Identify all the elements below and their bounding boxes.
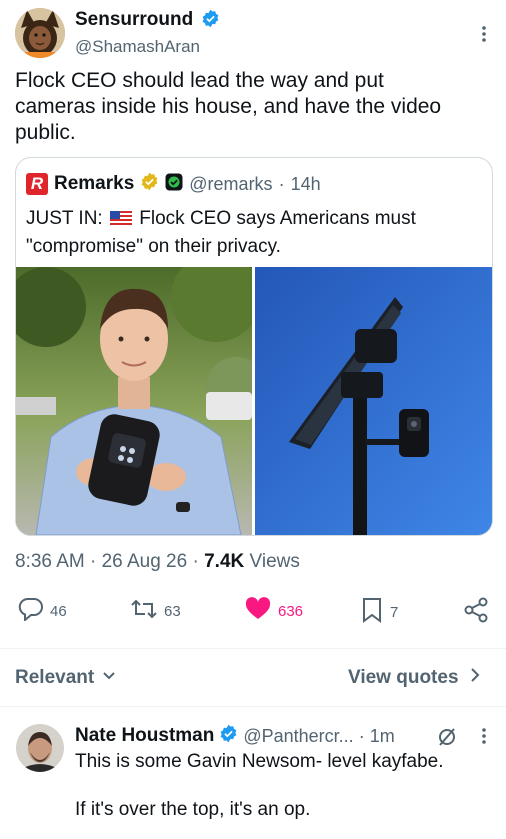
like-button[interactable]: 636 xyxy=(244,597,303,625)
author-name[interactable]: Sensurround xyxy=(75,9,193,30)
author-avatar[interactable] xyxy=(15,8,65,58)
chevron-down-icon xyxy=(102,667,116,689)
sort-dropdown[interactable]: Relevant xyxy=(15,667,116,689)
quoted-author-handle[interactable]: @remarks xyxy=(189,174,272,195)
view-quotes-label: View quotes xyxy=(348,667,459,688)
view-quotes-link[interactable]: View quotes xyxy=(348,667,481,689)
tweet-text-line: Flock CEO should lead the way and put xyxy=(15,69,384,92)
bookmark-count: 7 xyxy=(390,603,399,621)
divider xyxy=(0,706,506,707)
sort-label: Relevant xyxy=(15,667,95,688)
bookmark-icon xyxy=(360,597,384,627)
like-count: 636 xyxy=(278,602,304,620)
quoted-tweet-card[interactable]: R Remarks @remarks · 14h JUST IN: Flock … xyxy=(15,157,493,536)
reply-button[interactable]: 46 xyxy=(18,597,67,625)
reply-count: 46 xyxy=(50,602,67,620)
reply-text-line1: This is some Gavin Newsom- level kayfabe… xyxy=(75,751,444,772)
dot-separator: · xyxy=(358,725,365,746)
reply-more-options-icon[interactable] xyxy=(476,724,492,748)
quoted-text-prefix: JUST IN: xyxy=(26,208,103,229)
retweet-count: 63 xyxy=(164,602,181,620)
dot-separator: · xyxy=(278,173,285,194)
affiliate-badge-icon xyxy=(165,173,183,196)
tweet-text-line: cameras inside his house, and have the v… xyxy=(15,95,442,118)
bookmark-button[interactable]: 7 xyxy=(360,597,398,627)
quoted-text-line1: Flock CEO says Americans must xyxy=(139,208,416,229)
reply-author-handle[interactable]: @Panthercr... xyxy=(243,726,353,747)
reply-author-name[interactable]: Nate Houstman xyxy=(75,725,214,747)
verified-badge-icon xyxy=(201,9,220,33)
chevron-right-icon xyxy=(469,667,481,689)
reply-text-line2: If it's over the top, it's an op. xyxy=(75,799,311,820)
retweet-button[interactable]: 63 xyxy=(130,597,181,625)
tweet-meta: 8:36 AM · 26 Aug 26 · 7.4K Views xyxy=(15,551,300,572)
tweet-text-line: public. xyxy=(15,121,76,144)
grok-icon[interactable] xyxy=(437,727,457,752)
divider xyxy=(0,648,506,649)
quoted-author-name[interactable]: Remarks xyxy=(54,173,134,195)
views-label: Views xyxy=(249,551,300,572)
tweet-date[interactable]: 26 Aug 26 xyxy=(102,551,188,572)
author-handle[interactable]: @ShamashAran xyxy=(75,37,200,57)
tweet-text: Flock CEO should lead the way and put ca… xyxy=(15,68,495,146)
reply-age: 1m xyxy=(369,725,395,746)
retweet-icon xyxy=(130,597,158,625)
remarks-logo-icon: R xyxy=(26,173,48,195)
quoted-tweet-age: 14h xyxy=(290,173,321,194)
verified-badge-icon xyxy=(219,724,238,748)
reply-icon xyxy=(18,597,44,625)
heart-icon xyxy=(244,597,272,625)
quoted-text-line2: "compromise" on their privacy. xyxy=(26,236,281,257)
gold-verified-icon xyxy=(140,172,159,196)
us-flag-icon xyxy=(110,208,132,234)
more-options-icon[interactable] xyxy=(476,22,492,46)
reply-author-avatar[interactable] xyxy=(16,724,64,772)
tweet-time[interactable]: 8:36 AM xyxy=(15,551,85,572)
ceo-photo[interactable] xyxy=(16,267,252,535)
share-icon[interactable] xyxy=(463,597,489,628)
reply-text: This is some Gavin Newsom- level kayfabe… xyxy=(75,750,495,822)
flock-camera-photo[interactable] xyxy=(255,267,492,535)
views-count: 7.4K xyxy=(204,551,245,572)
